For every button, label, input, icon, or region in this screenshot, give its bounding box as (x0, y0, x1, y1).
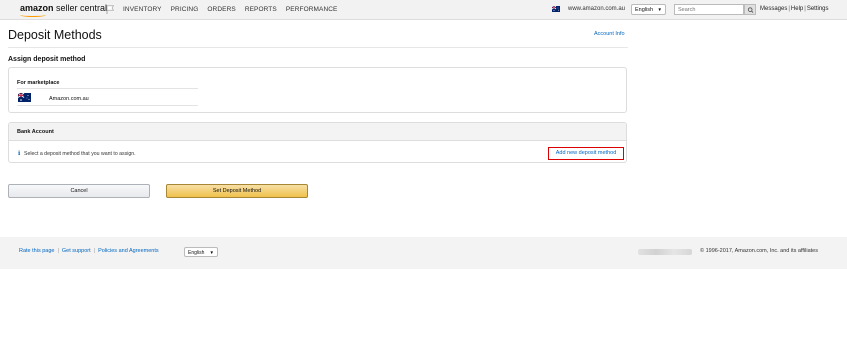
nav-inventory[interactable]: INVENTORY (123, 6, 162, 13)
language-select[interactable]: English ▼ (631, 4, 666, 15)
cancel-button[interactable]: Cancel (8, 184, 150, 198)
blurred-image (638, 249, 692, 255)
separator: | (93, 248, 96, 254)
caret-down-icon: ▼ (209, 249, 214, 255)
top-links: Messages|Help|Settings (760, 6, 829, 12)
separator: | (804, 6, 806, 12)
marketplace-label: For marketplace (17, 80, 60, 86)
australia-flag-icon (552, 6, 560, 12)
nav-reports[interactable]: REPORTS (245, 6, 277, 13)
language-select-value: English (635, 6, 654, 13)
search-icon (747, 7, 754, 13)
top-navigation-bar: amazon seller central INVENTORY PRICING … (0, 0, 847, 20)
rate-page-link[interactable]: Rate this page (19, 248, 54, 254)
get-support-link[interactable]: Get support (62, 248, 91, 254)
set-deposit-method-button[interactable]: Set Deposit Method (166, 184, 308, 198)
section-title: Assign deposit method (8, 56, 86, 63)
seller-central-logo[interactable]: amazon seller central (20, 3, 108, 17)
logo-product: seller central (53, 3, 108, 13)
search-button[interactable] (744, 4, 756, 15)
logo-smile-icon (20, 13, 46, 17)
policies-link[interactable]: Policies and Agreements (98, 248, 159, 254)
divider (17, 105, 198, 106)
bank-account-header: Bank Account (9, 123, 626, 141)
footer-links: Rate this page | Get support | Policies and … (19, 248, 159, 254)
separator: | (788, 6, 790, 12)
add-deposit-method-link[interactable]: Add new deposit method (548, 147, 624, 160)
marketplace-name: Amazon.com.au (49, 96, 89, 102)
bank-account-message: Select a deposit method that you want to… (24, 151, 136, 157)
info-icon: ℹ (18, 151, 21, 157)
footer-language-select[interactable]: English ▼ (184, 247, 218, 257)
account-info-link[interactable]: Account Info (594, 31, 625, 37)
messages-link[interactable]: Messages (760, 6, 787, 12)
australia-flag-icon (18, 93, 31, 102)
nav-performance[interactable]: PERFORMANCE (286, 6, 338, 13)
divider (17, 88, 198, 89)
marketplace-panel: For marketplace Amazon.com.au (8, 67, 627, 113)
logo-brand: amazon (20, 3, 54, 13)
bank-account-panel: Bank Account ℹ Select a deposit method t… (8, 122, 627, 163)
help-link[interactable]: Help (791, 6, 803, 12)
main-nav: INVENTORY PRICING ORDERS REPORTS PERFORM… (123, 6, 338, 13)
footer-language-value: English (188, 249, 205, 256)
marketplace-url[interactable]: www.amazon.com.au (568, 6, 625, 12)
nav-pricing[interactable]: PRICING (171, 6, 199, 13)
flag-icon[interactable] (106, 5, 114, 14)
footer: Rate this page | Get support | Policies and … (0, 237, 847, 269)
page-title: Deposit Methods (8, 28, 102, 42)
bank-account-title: Bank Account (17, 129, 54, 135)
caret-down-icon: ▼ (657, 7, 662, 12)
divider (8, 47, 628, 48)
search-input[interactable] (674, 4, 744, 15)
settings-link[interactable]: Settings (807, 6, 829, 12)
nav-orders[interactable]: ORDERS (207, 6, 235, 13)
separator: | (57, 248, 59, 254)
copyright-text: © 1996-2017, Amazon.com, Inc. and its af… (700, 248, 818, 254)
